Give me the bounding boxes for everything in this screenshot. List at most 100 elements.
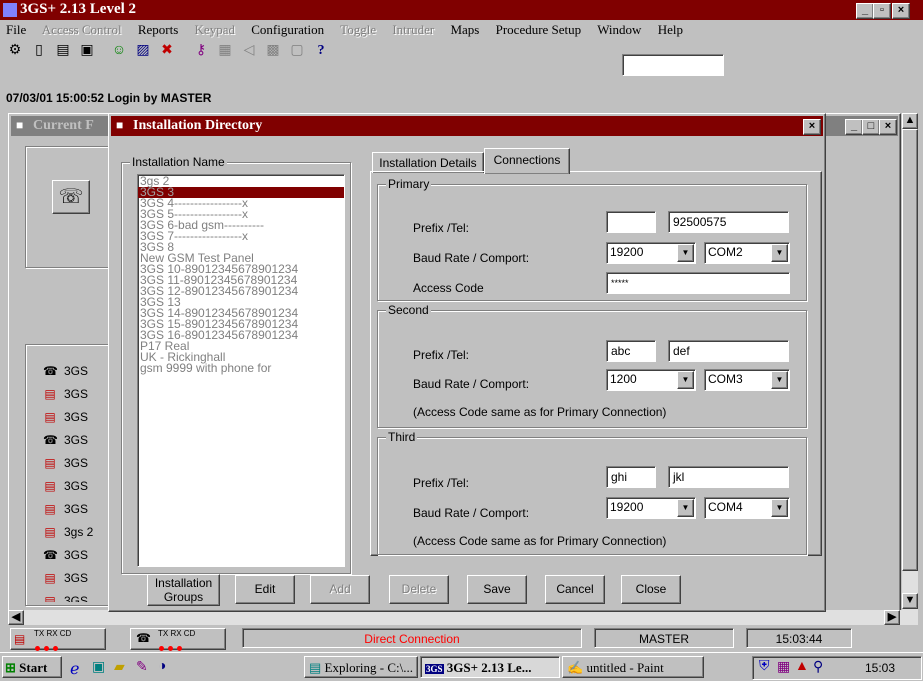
tab-connections[interactable]: Connections [484, 148, 570, 174]
third-tel-field[interactable]: jkl [668, 466, 789, 488]
close-button[interactable]: × [892, 3, 910, 19]
users-icon[interactable]: ☺ [108, 40, 130, 62]
phone-dial-icon[interactable]: ☏ [52, 180, 90, 214]
user-card-icon[interactable]: ▨ [132, 40, 154, 62]
dialog-titlebar[interactable]: ■ Installation Directory × [111, 116, 823, 136]
statusbar: ▤ TX RX CD ☎ TX RX CD Direct Connection … [0, 626, 923, 651]
scroll-thumb[interactable] [902, 129, 918, 571]
dialog-close-button[interactable]: × [803, 119, 821, 135]
back-close-button[interactable]: × [879, 119, 897, 135]
user-delete-icon[interactable]: ✖ [156, 40, 178, 62]
desktop-icon[interactable]: ▣ [92, 659, 105, 676]
cancel-button[interactable]: Cancel [545, 575, 605, 604]
scroll-right-arrow-icon[interactable]: ▶ [884, 610, 900, 625]
delete-button[interactable]: Delete [389, 575, 449, 604]
toolbar-search-input[interactable] [622, 54, 724, 76]
primary-comport-select[interactable]: COM2 ▼ [704, 242, 790, 264]
menu-maps[interactable]: Maps [450, 22, 479, 37]
chevron-down-icon[interactable]: ▼ [677, 499, 694, 517]
primary-baud-label: Baud Rate / Comport: [413, 251, 530, 265]
chevron-down-icon[interactable]: ▼ [771, 244, 788, 262]
map-icon[interactable]: ▩ [262, 40, 284, 62]
menu-procedure-setup[interactable]: Procedure Setup [496, 22, 582, 37]
scroll-up-arrow-icon[interactable]: ▲ [902, 113, 918, 129]
list-item[interactable]: gsm 9999 with phone for [138, 362, 344, 374]
app-titlebar[interactable]: 3GS+ 2.13 Level 2 _ ▫ × [0, 0, 923, 20]
menu-configuration[interactable]: Configuration [251, 22, 324, 37]
help-icon[interactable]: ? [310, 40, 332, 62]
third-comport-select[interactable]: COM4 ▼ [704, 497, 790, 519]
menu-reports[interactable]: Reports [138, 22, 178, 37]
second-note: (Access Code same as for Primary Connect… [413, 405, 667, 419]
maximize-button[interactable]: ▫ [873, 3, 891, 19]
scroll-down-arrow-icon[interactable]: ▼ [902, 593, 918, 609]
search-icon[interactable]: ⚲ [813, 659, 823, 676]
second-baud-select[interactable]: 1200 ▼ [606, 369, 696, 391]
pencil-icon[interactable]: ✎ [136, 659, 148, 676]
panel-alarm-icon: ▤ [44, 386, 56, 401]
gear-icon[interactable]: ⚙ [4, 40, 26, 62]
back-minimize-button[interactable]: _ [845, 119, 863, 135]
menu-keypad[interactable]: Keypad [195, 22, 235, 37]
panel-icon[interactable]: ▤ [52, 40, 74, 62]
menu-toggle[interactable]: Toggle [340, 22, 376, 37]
task-3gs[interactable]: 3GS 3GS+ 2.13 Le... [420, 656, 560, 678]
windows-logo-icon: ⊞ [5, 660, 16, 675]
close-dialog-button[interactable]: Close [621, 575, 681, 604]
start-button[interactable]: ⊞ Start [2, 656, 62, 678]
keypad-icon[interactable]: ▦ [214, 40, 236, 62]
menu-file[interactable]: File [6, 22, 26, 37]
access-code-field[interactable]: ***** [606, 272, 790, 294]
app-icon: 3GS [425, 664, 444, 674]
task-paint[interactable]: ✍ untitled - Paint [562, 656, 704, 678]
panel-alarm-icon: ▤ [44, 409, 56, 424]
task-exploring[interactable]: ▤ Exploring - C:\... [304, 656, 418, 678]
menu-help[interactable]: Help [658, 22, 683, 37]
second-comport-select[interactable]: COM3 ▼ [704, 369, 790, 391]
minimize-button[interactable]: _ [856, 3, 874, 19]
time-status: 15:03:44 [746, 628, 852, 648]
second-prefix-field[interactable]: abc [606, 340, 656, 362]
antivirus-icon[interactable]: ▲ [795, 659, 809, 675]
txrxcd-label-2: TX RX CD [158, 629, 196, 638]
chevron-down-icon[interactable]: ▼ [677, 244, 694, 262]
scroll-left-arrow-icon[interactable]: ◀ [8, 610, 24, 625]
edit-button[interactable]: Edit [235, 575, 295, 604]
screen-icon[interactable]: ▢ [286, 40, 308, 62]
chevron-down-icon[interactable]: ▼ [771, 371, 788, 389]
add-button[interactable]: Add [310, 575, 370, 604]
chevron-down-icon[interactable]: ▼ [677, 371, 694, 389]
primary-baud-select[interactable]: 19200 ▼ [606, 242, 696, 264]
third-prefix-field[interactable]: ghi [606, 466, 656, 488]
vertical-scrollbar[interactable]: ▲ ▼ [902, 113, 918, 610]
network-icon[interactable]: ▦ [777, 659, 790, 676]
telephone-icon: ☎ [43, 432, 58, 447]
panel-alarm-icon: ▤ [14, 632, 26, 646]
second-tel-field[interactable]: def [668, 340, 789, 362]
save-button[interactable]: Save [467, 575, 527, 604]
access-code-label: Access Code [413, 281, 484, 295]
third-baud-select[interactable]: 19200 ▼ [606, 497, 696, 519]
door-icon[interactable]: ▯ [28, 40, 50, 62]
paint-icon: ✍ [567, 660, 584, 675]
taskbar: ⊞ Start ℯ ▣ ▰ ✎ ◑ ▤ Exploring - C:\... 3… [0, 652, 923, 681]
chevron-down-icon[interactable]: ▼ [771, 499, 788, 517]
menu-access-control[interactable]: Access Control [42, 22, 122, 37]
key-icon[interactable]: ⚷ [190, 40, 212, 62]
internet-explorer-icon[interactable]: ℯ [70, 659, 79, 679]
channel-icon[interactable]: ◑ [158, 659, 166, 675]
installation-groups-button[interactable]: Installation Groups [147, 574, 220, 606]
menu-intruder[interactable]: Intruder [392, 22, 434, 37]
menu-window[interactable]: Window [597, 22, 641, 37]
txrxcd-label: TX RX CD [34, 629, 72, 638]
tab-installation-details[interactable]: Installation Details [372, 152, 484, 173]
horizontal-scrollbar[interactable]: ◀ ▶ [8, 610, 918, 625]
installation-listbox[interactable]: 3gs 2 3GS 3 3GS 4-----------------x 3GS … [137, 174, 345, 567]
primary-prefix-field[interactable] [606, 211, 656, 233]
back-maximize-button[interactable]: □ [862, 119, 880, 135]
primary-tel-field[interactable]: 92500575 [668, 211, 789, 233]
folder-icon[interactable]: ▰ [114, 659, 125, 676]
shield-icon[interactable]: ⛨ [759, 659, 770, 675]
monitor-icon[interactable]: ▣ [76, 40, 98, 62]
speaker-icon[interactable]: ◁ [238, 40, 260, 62]
